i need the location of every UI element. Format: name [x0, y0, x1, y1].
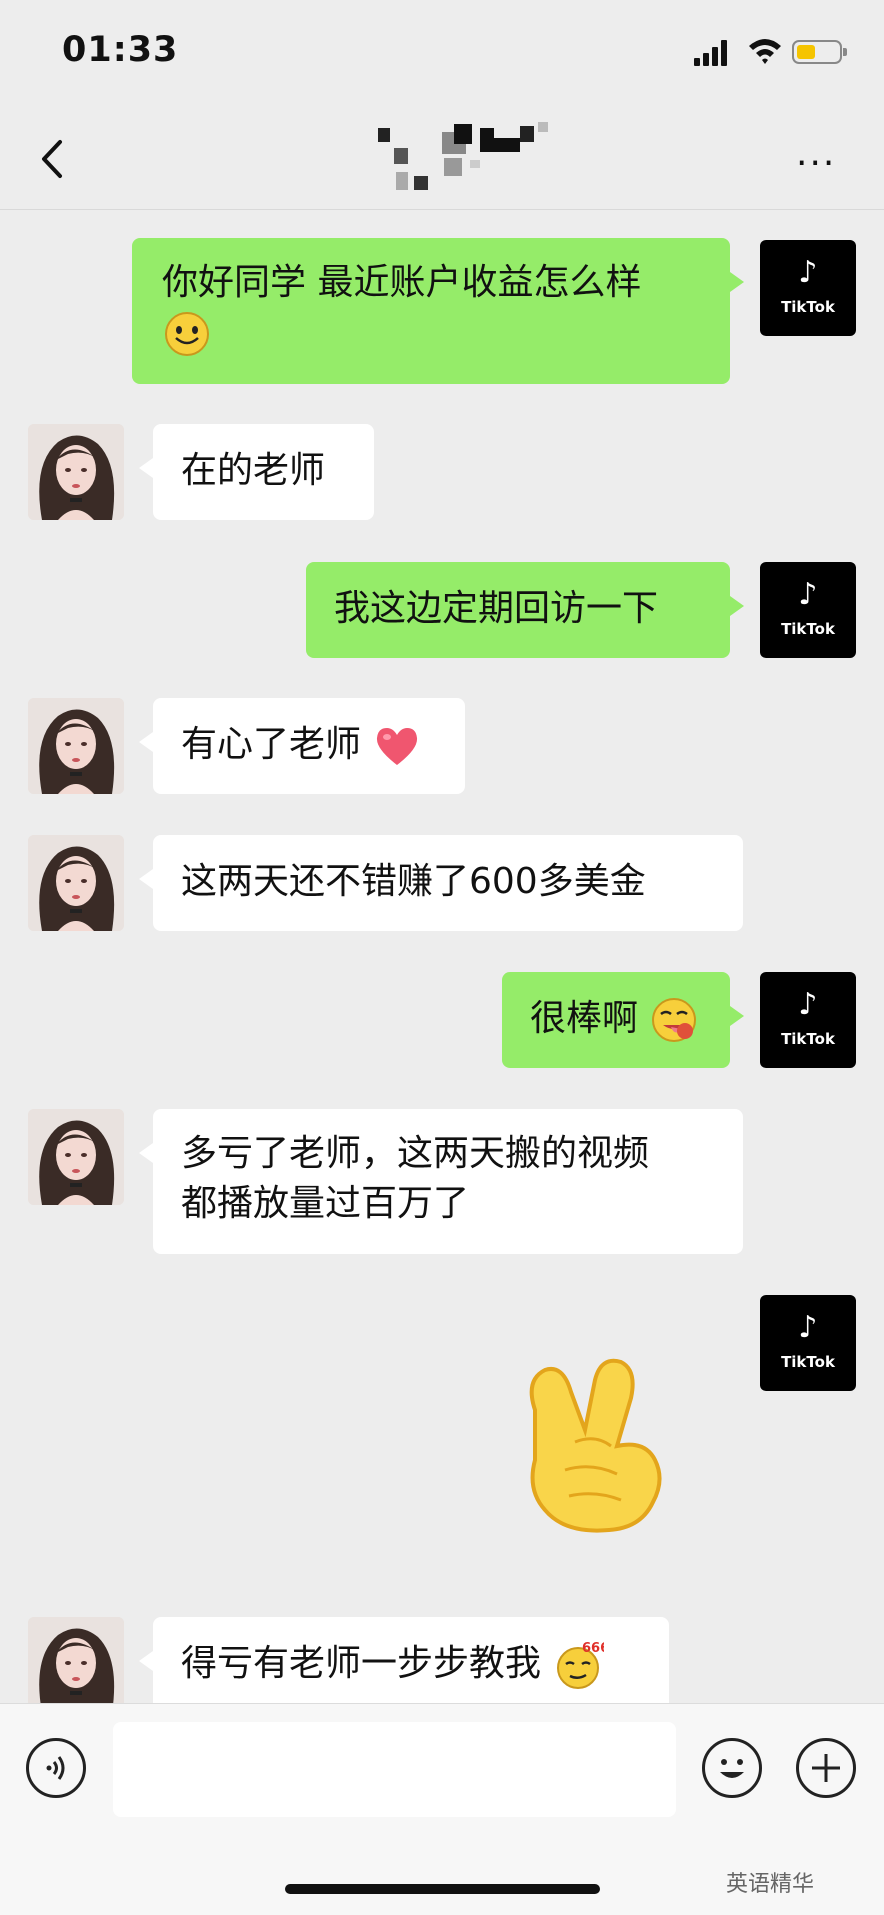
watermark: 英语精华 — [726, 1872, 815, 1897]
contact-avatar[interactable] — [28, 698, 124, 794]
666-emoji: 666 — [557, 1641, 604, 1689]
home-indicator[interactable] — [285, 1884, 600, 1894]
tiktok-logo-icon: ♪ — [798, 577, 818, 612]
tiktok-logo-icon: ♪ — [798, 255, 818, 290]
girl-portrait-icon — [28, 835, 124, 931]
voice-icon — [46, 1756, 65, 1780]
girl-portrait-icon — [28, 698, 124, 794]
message-bubble[interactable]: 我这边定期回访一下 — [306, 562, 744, 658]
girl-portrait-icon — [28, 1617, 124, 1713]
message-bubble[interactable]: 多亏了老师，这两天搬的视频 都播放量过百万了 — [139, 1109, 743, 1254]
voice-input-button[interactable] — [26, 1738, 86, 1798]
message-bubble[interactable]: 有心了老师 — [139, 698, 465, 794]
battery-icon — [792, 40, 847, 64]
yummy-emoji — [652, 998, 697, 1042]
message-bubble[interactable]: 得亏有老师一步步教我 666 — [139, 1617, 669, 1713]
emoji-face-icon — [720, 1759, 744, 1778]
message-bubble[interactable]: 你好同学 最近账户收益怎么样 — [132, 238, 744, 384]
chat-header: ··· — [0, 110, 884, 210]
message-input[interactable] — [113, 1722, 676, 1817]
more-options-button[interactable]: ··· — [796, 146, 836, 182]
status-time: 01:33 — [62, 30, 179, 70]
chat-input-bar: 英语精华 — [0, 1703, 884, 1915]
girl-portrait-icon — [28, 1109, 124, 1205]
contact-avatar[interactable] — [28, 1109, 124, 1205]
wifi-icon — [749, 39, 781, 64]
more-actions-button[interactable] — [796, 1738, 856, 1798]
tiktok-logo-icon: ♪ — [798, 987, 818, 1022]
cellular-signal-icon — [694, 40, 727, 66]
tiktok-avatar[interactable]: ♪ TikTok — [760, 972, 856, 1068]
smile-emoji — [165, 312, 209, 356]
tiktok-logo-icon: ♪ — [798, 1310, 818, 1345]
blurred-contact-name — [378, 122, 548, 190]
emoji-button[interactable] — [702, 1738, 762, 1798]
svg-text:666: 666 — [582, 1641, 604, 1656]
finger-heart-sticker[interactable] — [505, 1350, 685, 1540]
message-bubble[interactable]: 这两天还不错赚了600多美金 — [139, 835, 743, 931]
battery-fill — [797, 45, 815, 59]
message-bubble[interactable]: 很棒啊 — [502, 972, 744, 1068]
plus-icon — [812, 1754, 840, 1782]
tiktok-avatar[interactable]: ♪ TikTok — [760, 240, 856, 336]
chevron-left-icon[interactable] — [34, 134, 74, 184]
status-bar: 01:33 — [0, 0, 884, 110]
girl-portrait-icon — [28, 424, 124, 520]
contact-avatar[interactable] — [28, 835, 124, 931]
heart-emoji — [377, 728, 418, 765]
tiktok-avatar[interactable]: ♪ TikTok — [760, 562, 856, 658]
contact-avatar[interactable] — [28, 1617, 124, 1713]
contact-avatar[interactable] — [28, 424, 124, 520]
message-bubble[interactable]: 在的老师 — [139, 424, 374, 520]
tiktok-avatar[interactable]: ♪ TikTok — [760, 1295, 856, 1391]
